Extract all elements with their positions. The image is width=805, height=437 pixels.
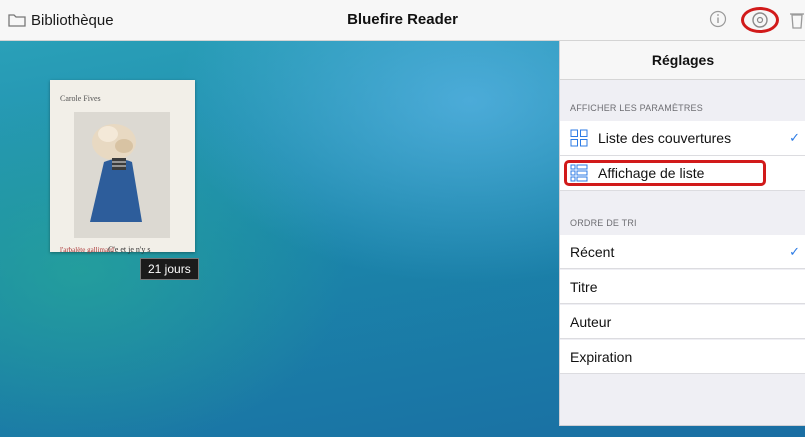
book-cover[interactable]: Carole Fives l'arbalète gallimard C'e et… — [50, 80, 195, 254]
gear-highlight-ring — [741, 7, 779, 33]
app-title: Bluefire Reader — [347, 11, 458, 28]
top-toolbar: Bibliothèque Bluefire Reader — [0, 0, 805, 41]
settings-popover: Réglages AFFICHER LES PARAMÈTRES Liste d… — [559, 41, 805, 426]
sort-option-recent[interactable]: Récent ✓ — [560, 235, 805, 269]
display-option-label: Liste des couvertures — [598, 130, 732, 146]
check-icon: ✓ — [789, 244, 800, 259]
sort-option-expiration[interactable]: Expiration — [560, 340, 805, 374]
sort-section-header: ORDRE DE TRI — [570, 218, 637, 228]
sort-option-label: Récent — [570, 243, 615, 260]
check-icon: ✓ — [789, 130, 800, 145]
book-publisher: l'arbalète gallimard — [60, 246, 114, 254]
settings-title: Réglages — [560, 41, 805, 80]
sort-option-author[interactable]: Auteur — [560, 305, 805, 339]
book-title-fragment: C'e et je n'y s — [108, 245, 151, 254]
expiry-badge: 21 jours — [140, 258, 199, 280]
grid-icon — [570, 129, 588, 147]
book-author: Carole Fives — [60, 94, 101, 103]
sort-option-label: Titre — [570, 278, 598, 295]
info-icon[interactable] — [709, 10, 727, 28]
sort-option-label: Expiration — [570, 348, 633, 365]
trash-icon[interactable] — [789, 10, 805, 30]
sort-option-title[interactable]: Titre — [560, 270, 805, 304]
list-view-highlight — [564, 160, 766, 186]
display-option-covers[interactable]: Liste des couvertures ✓ — [560, 121, 805, 156]
display-section-header: AFFICHER LES PARAMÈTRES — [570, 103, 703, 113]
cover-photo — [74, 112, 170, 238]
sort-option-label: Auteur — [570, 313, 612, 330]
